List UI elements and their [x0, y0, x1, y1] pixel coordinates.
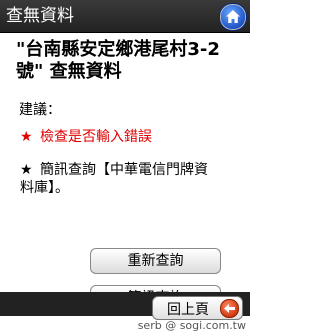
requery-button[interactable]: 重新查詢	[90, 248, 221, 274]
address-line: 號" 查無資料	[16, 61, 122, 82]
warning-text: 檢查是否輸入錯誤	[40, 129, 152, 145]
suggestion-label: 建議：	[19, 102, 61, 118]
title-bar: 查無資料	[0, 0, 250, 33]
page-title: 查無資料	[6, 6, 74, 26]
home-button[interactable]	[219, 3, 247, 31]
back-button[interactable]: 回上頁	[152, 296, 243, 320]
sms-note-line: ★ 簡訊查詢【中華電信門牌資	[20, 162, 208, 178]
watermark: serb @ sogi.com.tw	[137, 319, 246, 332]
result-content: "台南縣安定鄉港尾村3-2 號" 查無資料 建議： ★ 檢查是否輸入錯誤 ★ 簡訊查…	[0, 33, 250, 311]
app-screen: 查無資料 "台南縣安定鄉港尾村3-2 號" 查無資料 建議： ★ 檢查是否輸入錯誤…	[0, 0, 250, 333]
address-line: "台南縣安定鄉港尾村3-2	[16, 39, 220, 60]
back-label: 回上頁	[167, 302, 209, 318]
sms-suggestion: ★ 簡訊查詢【中華電信門牌資 料庫】。	[20, 161, 246, 197]
address-heading: "台南縣安定鄉港尾村3-2 號" 查無資料	[16, 39, 246, 83]
warning-suggestion: ★ 檢查是否輸入錯誤	[20, 126, 152, 146]
star-icon: ★	[20, 162, 33, 178]
home-icon	[226, 10, 240, 23]
sms-note-line: 料庫】。	[20, 180, 69, 196]
footer-bar: 回上頁	[0, 292, 250, 320]
star-icon: ★	[20, 129, 33, 145]
back-arrow-icon	[220, 299, 239, 318]
